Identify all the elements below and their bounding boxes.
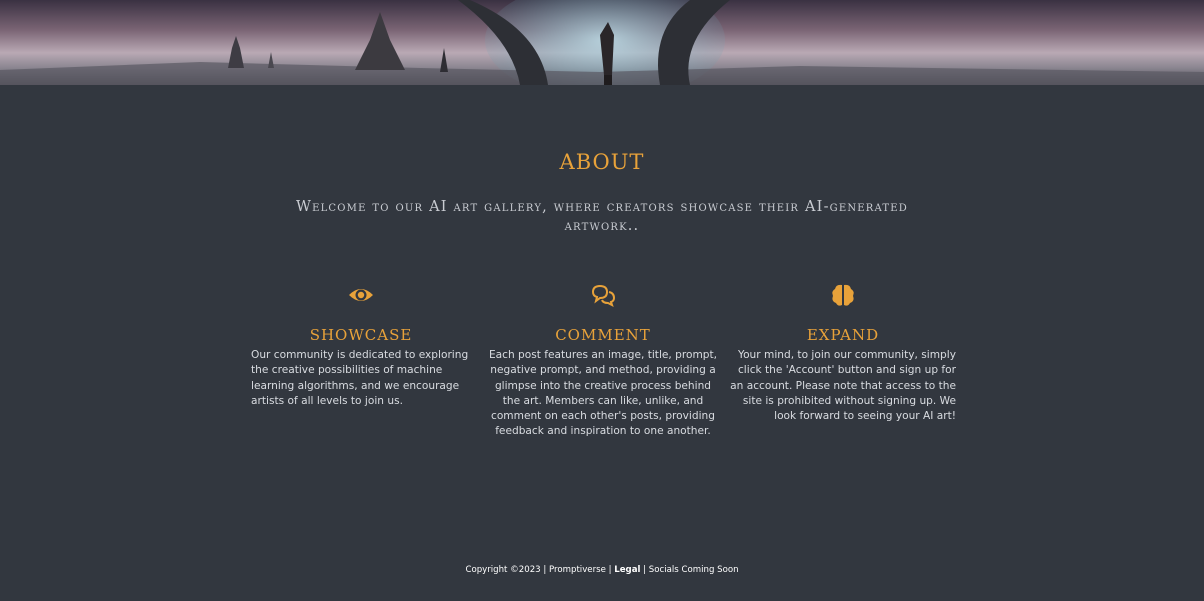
feature-heading: COMMENT (555, 326, 651, 344)
feature-heading: EXPAND (806, 326, 880, 344)
feature-text: Each post features an image, title, prom… (488, 349, 718, 438)
page-title: ABOUT (559, 150, 645, 174)
footer-socials: | Socials Coming Soon (643, 565, 739, 575)
feature-text: Our community is dedicated to exploring … (251, 349, 469, 407)
page-subtitle: Welcome to our AI art gallery, where cre… (295, 199, 908, 234)
eye-icon (349, 289, 373, 301)
footer: Copyright ©2023 | Promptiverse | Legal |… (0, 565, 1204, 575)
feature-expand: EXPAND Your mind, to join our community,… (728, 282, 958, 424)
feature-heading: SHOWCASE (309, 326, 413, 344)
comments-icon (591, 284, 616, 307)
brain-icon (832, 284, 854, 306)
feature-text: Your mind, to join our community, simply… (730, 349, 956, 423)
feature-showcase: SHOWCASE Our community is dedicated to e… (246, 282, 476, 409)
feature-comment: COMMENT Each post features an image, tit… (488, 282, 718, 440)
footer-copyright: Copyright ©2023 | Promptiverse | (465, 565, 612, 575)
header-banner-image (0, 0, 1204, 85)
legal-link[interactable]: Legal (614, 565, 640, 575)
